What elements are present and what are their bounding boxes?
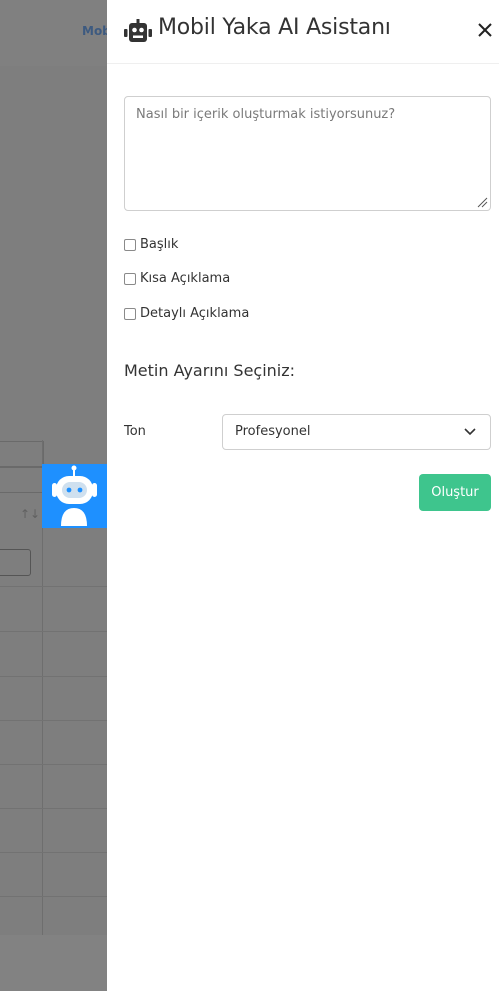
background-table-cell — [0, 441, 44, 468]
title-checkbox[interactable] — [124, 238, 136, 251]
panel-title: Mobil Yaka AI Asistanı — [158, 15, 391, 40]
option-label: Kısa Açıklama — [140, 271, 231, 286]
tone-label: Ton — [124, 424, 146, 439]
background-table-row — [0, 586, 107, 587]
background-table-row — [0, 808, 107, 809]
option-label: Başlık — [140, 237, 179, 252]
panel-header: Mobil Yaka AI Asistanı — [107, 0, 499, 64]
short-description-checkbox[interactable] — [124, 272, 136, 285]
option-title[interactable]: Başlık — [124, 237, 178, 252]
background-table-row — [0, 676, 107, 677]
option-short-description[interactable]: Kısa Açıklama — [124, 271, 230, 286]
tone-select[interactable]: Profesyonel — [222, 414, 491, 450]
background-filter-input — [0, 549, 31, 576]
sort-icon: ↑↓ — [20, 507, 41, 521]
background-table-row — [0, 631, 107, 632]
chevron-down-icon — [464, 428, 476, 436]
option-label: Detaylı Açıklama — [140, 306, 250, 321]
background-table-row — [0, 764, 107, 765]
detailed-description-checkbox[interactable] — [124, 307, 136, 320]
close-button[interactable] — [473, 18, 497, 42]
resize-handle-icon[interactable] — [476, 196, 488, 208]
close-icon — [478, 23, 492, 37]
option-detailed-description[interactable]: Detaylı Açıklama — [124, 306, 249, 321]
robot-icon — [124, 19, 152, 42]
create-button[interactable]: Oluştur — [419, 474, 491, 511]
robot-icon — [52, 465, 97, 526]
tone-selected-value: Profesyonel — [235, 424, 311, 439]
background-table-cell — [0, 466, 44, 493]
prompt-textarea[interactable] — [124, 96, 491, 211]
section-title: Metin Ayarını Seçiniz: — [124, 361, 296, 380]
background-footer — [0, 935, 107, 991]
ai-assistant-button[interactable] — [42, 464, 107, 528]
ai-assistant-panel: Mobil Yaka AI Asistanı Başlık Kısa Açıkl… — [107, 0, 499, 991]
background-table-row — [0, 852, 107, 853]
background-table-row — [0, 896, 107, 897]
background-table-row — [0, 720, 107, 721]
